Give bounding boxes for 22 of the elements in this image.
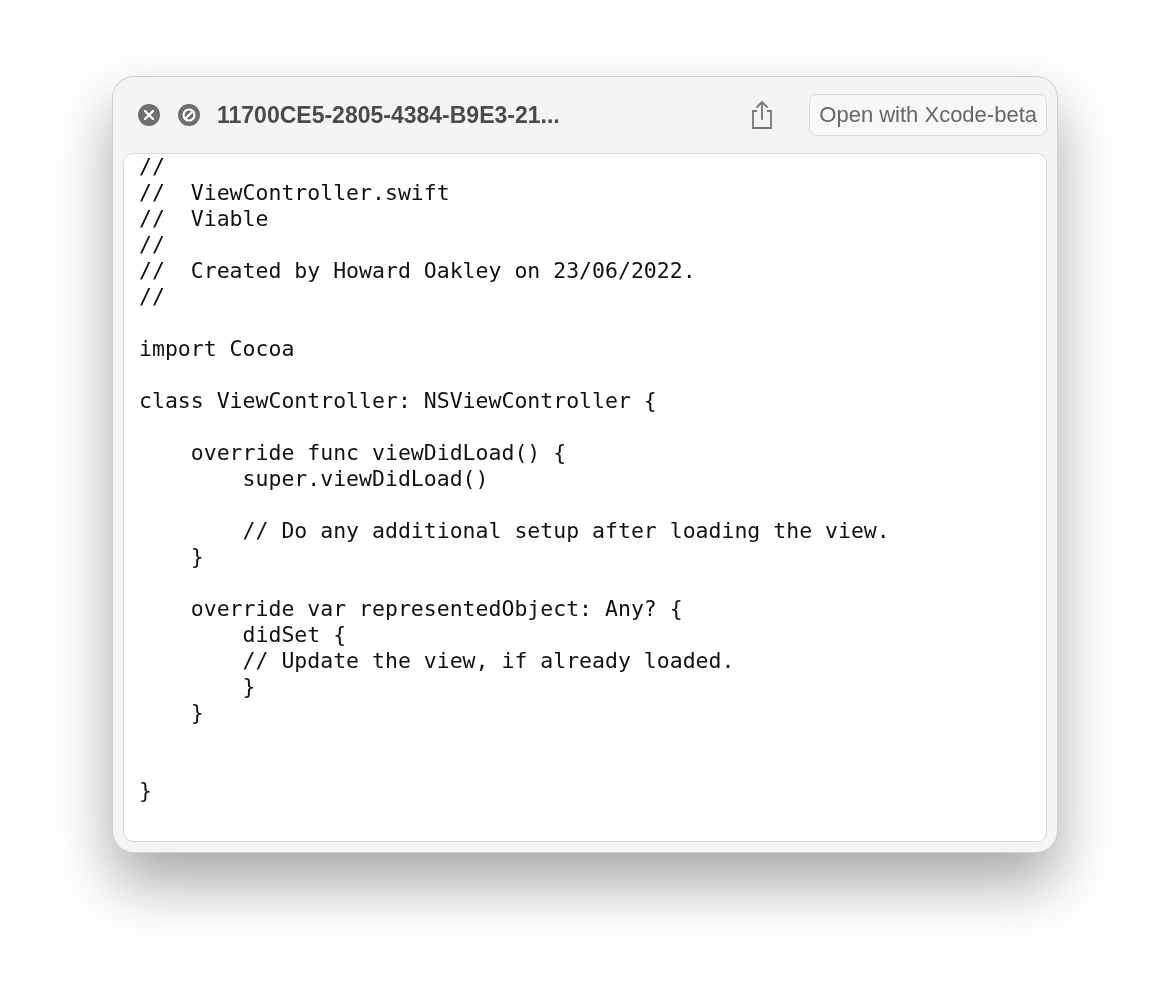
code-line: // Created by Howard Oakley on 23/06/2022. bbox=[139, 258, 696, 284]
code-line: override var representedObject: Any? { bbox=[189, 596, 683, 622]
code-line: // bbox=[139, 232, 165, 258]
code-line: class ViewController: NSViewController { bbox=[139, 388, 657, 414]
window-title: 11700CE5-2805-4384-B9E3-21... bbox=[217, 101, 560, 129]
open-with-button[interactable]: Open with Xcode-beta bbox=[809, 94, 1047, 136]
code-line: // bbox=[139, 284, 165, 310]
code-line: import Cocoa bbox=[139, 336, 295, 362]
code-line: override func viewDidLoad() { bbox=[189, 440, 567, 466]
code-line: // ViewController.swift bbox=[139, 180, 450, 206]
code-line: didSet { bbox=[241, 622, 347, 648]
code-line: } bbox=[139, 778, 152, 804]
code-line: // bbox=[139, 154, 165, 180]
code-line: // Update the view, if already loaded. bbox=[241, 648, 735, 674]
code-line: // Viable bbox=[139, 206, 269, 232]
code-line: super.viewDidLoad() bbox=[241, 466, 489, 492]
blocked-icon[interactable] bbox=[177, 103, 201, 127]
close-icon[interactable] bbox=[137, 103, 161, 127]
code-line: } bbox=[189, 700, 204, 726]
code-line: // Do any additional setup after loading the view. bbox=[241, 518, 890, 544]
code-line: } bbox=[189, 544, 204, 570]
code-line: } bbox=[241, 674, 256, 700]
